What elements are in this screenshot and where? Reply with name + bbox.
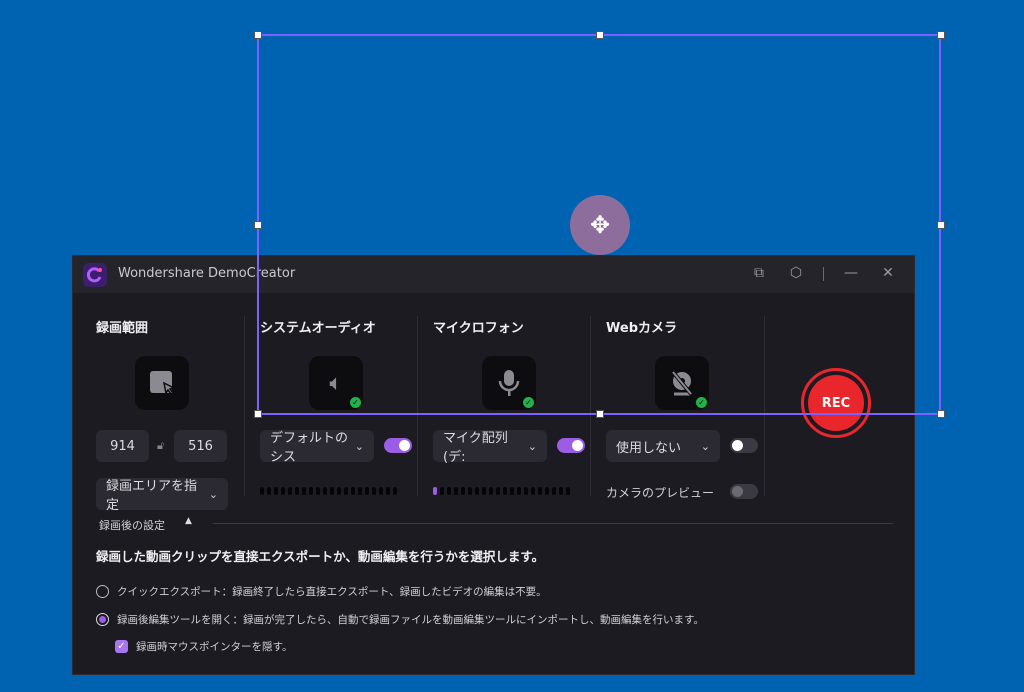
webcam-device-value: 使用しない bbox=[616, 440, 682, 456]
aspect-lock-icon[interactable]: 🔓︎ bbox=[157, 439, 164, 453]
microphone-device-value: マイク配列 (デ: bbox=[443, 431, 508, 465]
resize-handle[interactable] bbox=[254, 410, 262, 418]
resize-handle[interactable] bbox=[254, 31, 262, 39]
microphone-level-meter bbox=[433, 487, 570, 495]
section-divider bbox=[213, 523, 893, 524]
open-editor-label: 録画後編集ツールを開く：録画が完了したら、自動で録画ファイルを動画編集ツールにイ… bbox=[117, 614, 704, 626]
resize-handle[interactable] bbox=[254, 221, 262, 229]
resize-handle[interactable] bbox=[937, 221, 945, 229]
hide-pointer-option[interactable]: ✓ 録画時マウスポインターを隠す。 bbox=[115, 639, 292, 654]
resize-handle[interactable] bbox=[937, 31, 945, 39]
chevron-down-icon: ⌄ bbox=[527, 439, 537, 453]
microphone-toggle[interactable] bbox=[557, 438, 585, 453]
camera-preview-label: カメラのプレビュー bbox=[606, 486, 715, 500]
checkbox-checked-icon[interactable]: ✓ bbox=[115, 640, 128, 653]
move-handle-icon[interactable]: ✥ bbox=[570, 195, 630, 255]
resize-handle[interactable] bbox=[937, 410, 945, 418]
radio-unselected[interactable] bbox=[96, 585, 109, 598]
post-settings-label: 録画後の設定 bbox=[99, 519, 165, 532]
resize-handle[interactable] bbox=[596, 410, 604, 418]
quick-export-option[interactable]: クイックエクスポート：録画終了したら直接エクスポート、録画したビデオの編集は不要… bbox=[96, 584, 547, 599]
capture-area-title: 録画範囲 bbox=[96, 321, 149, 336]
column-divider bbox=[244, 316, 245, 496]
height-input[interactable]: 516 bbox=[174, 430, 227, 462]
collapse-arrow-icon[interactable]: ▲ bbox=[185, 516, 192, 526]
system-audio-level-meter bbox=[260, 487, 397, 495]
radio-selected[interactable] bbox=[96, 613, 109, 626]
system-audio-device-dropdown[interactable]: デフォルトのシス ⌄ bbox=[260, 430, 374, 465]
capture-mode-dropdown[interactable]: 録画エリアを指定 ⌄ bbox=[96, 478, 228, 513]
width-input[interactable]: 914 bbox=[96, 430, 149, 462]
chevron-down-icon: ⌄ bbox=[354, 439, 364, 453]
hide-pointer-label: 録画時マウスポインターを隠す。 bbox=[136, 641, 293, 653]
chevron-down-icon: ⌄ bbox=[208, 487, 218, 501]
chevron-down-icon: ⌄ bbox=[700, 439, 710, 453]
microphone-device-dropdown[interactable]: マイク配列 (デ: ⌄ bbox=[433, 430, 547, 465]
system-audio-device-value: デフォルトのシス bbox=[270, 431, 349, 465]
open-editor-option[interactable]: 録画後編集ツールを開く：録画が完了したら、自動で録画ファイルを動画編集ツールにイ… bbox=[96, 612, 704, 627]
resize-handle[interactable] bbox=[596, 31, 604, 39]
app-logo-icon bbox=[83, 263, 107, 287]
capture-mode-value: 録画エリアを指定 bbox=[106, 479, 198, 513]
camera-preview-toggle[interactable] bbox=[730, 484, 758, 499]
quick-export-label: クイックエクスポート：録画終了したら直接エクスポート、録画したビデオの編集は不要… bbox=[117, 586, 547, 598]
region-select-icon bbox=[150, 371, 177, 395]
post-settings-heading: 録画した動画クリップを直接エクスポートか、動画編集を行うかを選択します。 bbox=[96, 549, 545, 564]
capture-area-button[interactable] bbox=[135, 356, 189, 410]
webcam-toggle[interactable] bbox=[730, 438, 758, 453]
webcam-device-dropdown[interactable]: 使用しない ⌄ bbox=[606, 430, 720, 462]
system-audio-toggle[interactable] bbox=[384, 438, 412, 453]
